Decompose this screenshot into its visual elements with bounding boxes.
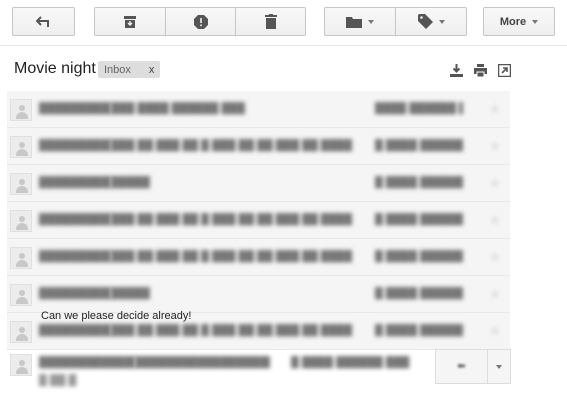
blurred-sender: ████████████ <box>39 287 111 299</box>
avatar <box>10 99 32 121</box>
reply-arrow-icon: ⬅ <box>457 361 466 372</box>
back-arrow-icon <box>35 15 49 27</box>
chevron-down-icon <box>496 364 502 369</box>
star-icon[interactable] <box>488 213 502 227</box>
toolbar: More <box>0 0 567 46</box>
collapsed-message[interactable]: ████████████ █████ █ ████ ██████ <box>7 276 510 313</box>
star-icon[interactable] <box>488 287 502 301</box>
avatar <box>10 284 32 306</box>
star-icon[interactable] <box>488 250 502 264</box>
chevron-down-icon <box>438 19 445 24</box>
blurred-time: █ ████ ██████ <box>375 250 463 262</box>
open-message: ████████████ ██ ████████████████ █ █ █ ██ ██… <box>7 349 511 420</box>
collapsed-message[interactable]: █████████ ███ ██ █ ██ ██ █ ██ █ ██ █ █ █ ██ █… <box>7 128 510 165</box>
blurred-snippet: ███ ████ ██████ ███ <box>111 102 245 114</box>
blurred-sender-email: ██████████████████ <box>135 356 270 368</box>
back-button[interactable] <box>12 7 75 36</box>
blurred-time: ████ ██████ ███ <box>375 102 463 114</box>
reply-button-group: ⬅ <box>435 349 511 384</box>
blurred-sender: ████████████ <box>39 250 111 262</box>
expand-all-icon[interactable] <box>450 64 463 77</box>
print-icon[interactable] <box>474 64 487 77</box>
avatar <box>10 354 32 376</box>
avatar <box>10 210 32 232</box>
archive-button[interactable] <box>95 8 166 35</box>
blurred-snippet: ███ ██ ███ ██ █ ███ ██ ██ ███ ██ ████ <box>111 324 352 336</box>
avatar <box>10 321 32 343</box>
blurred-sender: ████████████ <box>39 213 111 225</box>
star-icon[interactable] <box>488 324 502 338</box>
collapsed-message[interactable]: ████████████ █████ █ ████ ██████ <box>7 165 510 202</box>
move-label-group <box>324 7 467 36</box>
blurred-snippet: ███ ██ ███ ██ █ ███ ██ ██ ███ ██ ████ <box>111 139 352 151</box>
label-tag-icon <box>417 14 433 29</box>
delete-button[interactable] <box>236 8 305 35</box>
inbox-label-chip: Inbox x <box>98 61 161 78</box>
avatar <box>10 136 32 158</box>
avatar <box>10 247 32 269</box>
blurred-sender: ████████████ <box>39 324 111 336</box>
conversation-subject: Movie night <box>14 60 96 77</box>
blurred-sender: ██████████████ <box>39 356 135 368</box>
action-button-group <box>94 7 306 36</box>
blurred-time: █ ████ ██████ <box>375 176 463 188</box>
star-icon[interactable] <box>488 176 502 190</box>
blurred-snippet: ███ ██ ███ ██ █ ███ ██ ██ ███ ██ ████ <box>111 250 352 262</box>
chevron-down-icon <box>368 19 374 24</box>
blurred-snippet: █████ <box>111 287 150 299</box>
labels-button[interactable] <box>396 8 466 35</box>
blurred-sender: ████████████ <box>39 102 111 114</box>
message-thread: █████████ ███ ███ █ ███ ███ ███ ███ █ ███ ██… <box>7 91 511 420</box>
report-spam-button[interactable] <box>166 8 236 35</box>
more-button-label: More <box>499 15 527 28</box>
archive-icon <box>124 15 136 28</box>
message-body: Can we please decide already! <box>41 310 192 322</box>
folder-icon <box>346 16 362 28</box>
blurred-time: █ ████ ██████ <box>375 139 463 151</box>
collapsed-message[interactable]: █████████ ███ ██ █ ██ ██ █ ██ █ ██ █ █ █ ██ █… <box>7 202 510 239</box>
remove-label-button[interactable]: x <box>149 64 155 76</box>
blurred-snippet: ███ ██ ███ ██ █ ███ ██ ██ ███ ██ ████ <box>111 213 352 225</box>
blurred-time: █ ████ ██████ <box>375 287 463 299</box>
trash-icon <box>264 14 277 29</box>
more-button[interactable]: More <box>483 7 555 36</box>
blurred-time: █ ████ ██████ <box>375 213 463 225</box>
blurred-sender: ████████████ <box>39 139 111 151</box>
collapsed-message[interactable]: █████████ ███ ███ █ ███ ███ ███ ███ █ ███ ██… <box>7 91 510 128</box>
blurred-recipients: █ ██ █ <box>39 374 77 386</box>
chevron-down-icon <box>532 19 539 24</box>
collapsed-message[interactable]: █████████ ███ ██ █ ██ ██ █ ██ █ ██ █ █ █ ██ █… <box>7 239 510 276</box>
report-spam-icon <box>193 14 208 29</box>
star-icon[interactable] <box>488 102 502 116</box>
blurred-sender: ████████████ <box>39 176 111 188</box>
conversation-actions <box>450 64 511 77</box>
new-window-icon[interactable] <box>498 64 511 77</box>
blurred-time: █ ████ ██████ <box>375 324 463 336</box>
more-reply-options-button[interactable] <box>487 349 511 384</box>
blurred-snippet: █████ <box>111 176 150 188</box>
star-icon[interactable] <box>488 139 502 153</box>
reply-button[interactable]: ⬅ <box>435 349 487 384</box>
label-chip-name: Inbox <box>104 63 131 76</box>
avatar <box>10 173 32 195</box>
blurred-time: █ ████ ██████ ███ <box>291 356 410 368</box>
move-to-button[interactable] <box>325 8 396 35</box>
